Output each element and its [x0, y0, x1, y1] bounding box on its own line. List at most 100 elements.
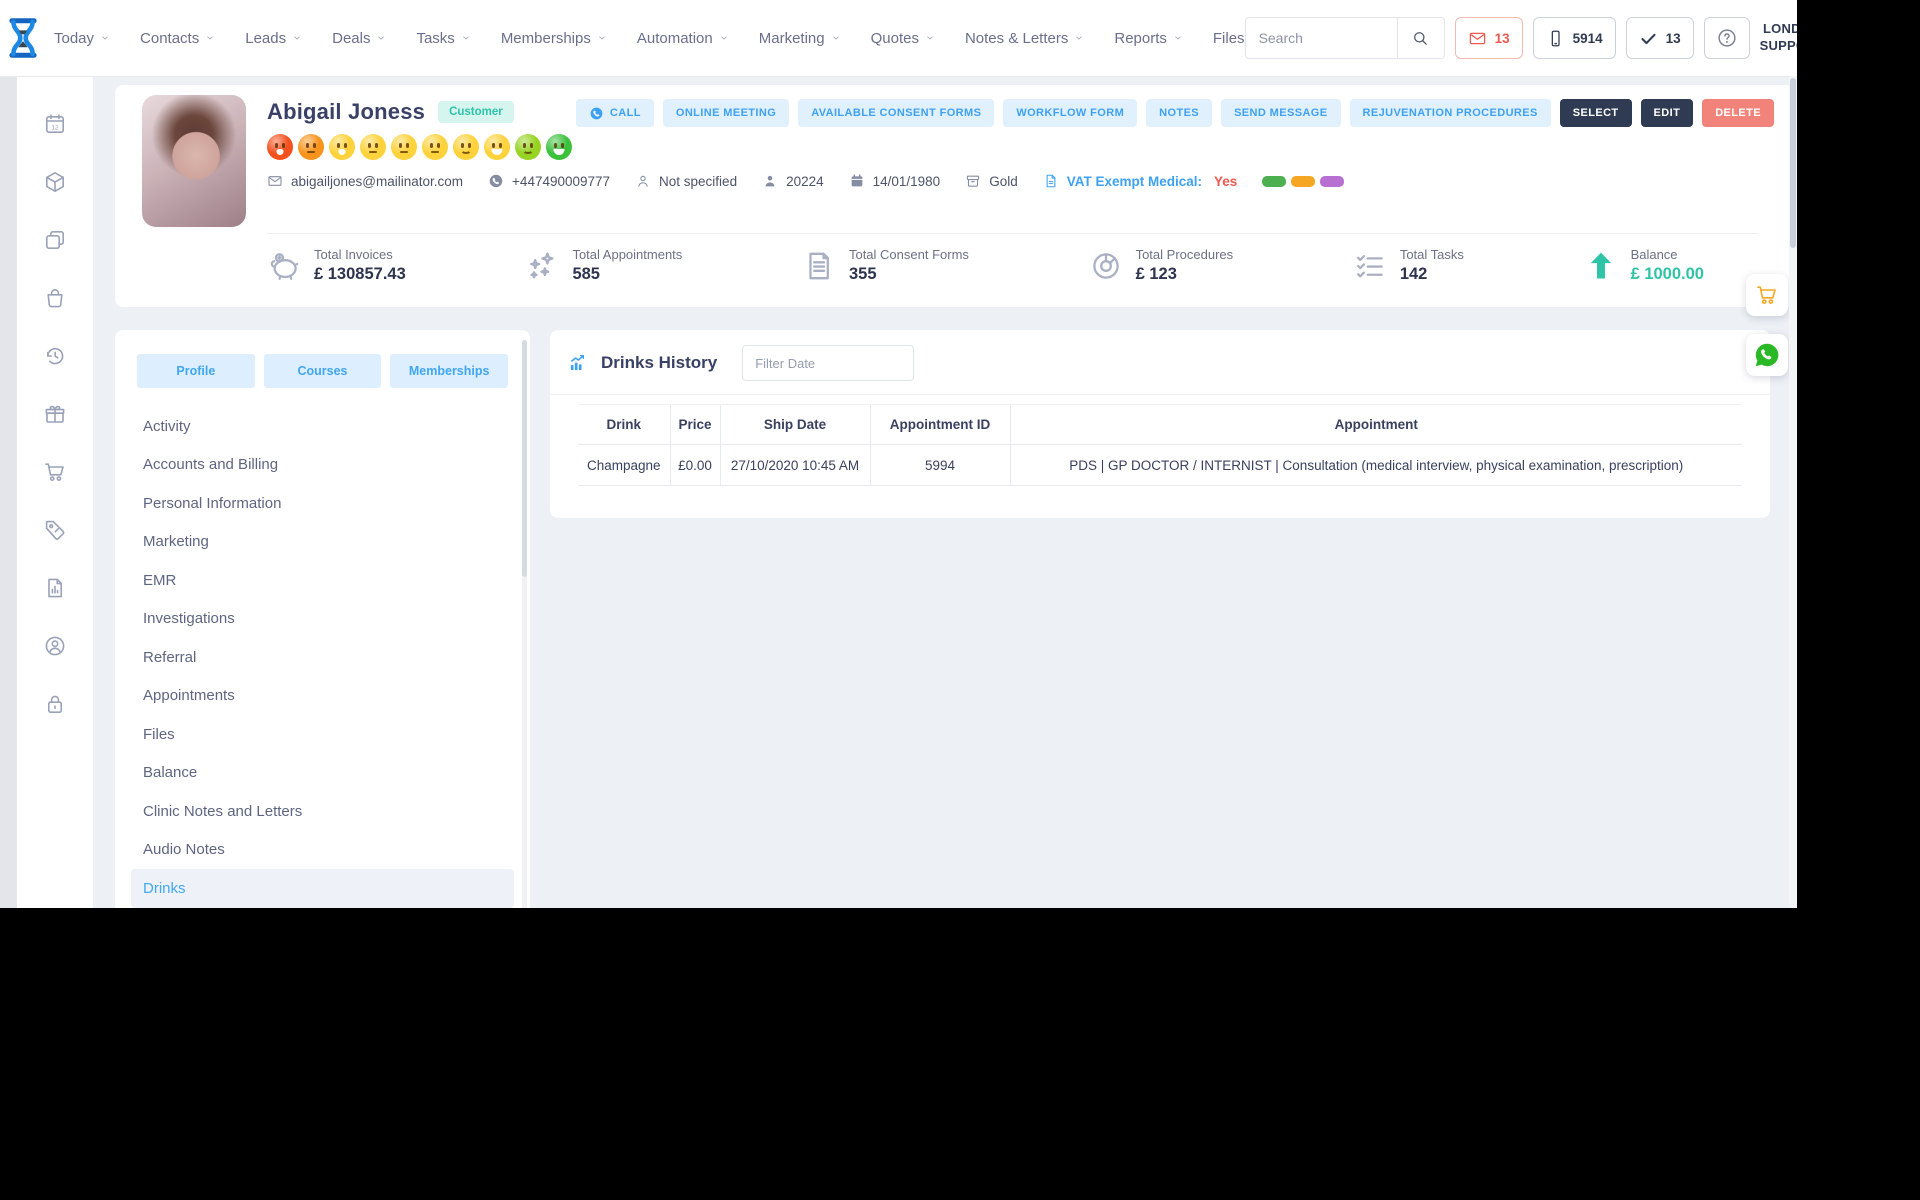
menu-item-accounts-and-billing[interactable]: Accounts and Billing [131, 446, 514, 485]
client-tag-1 [1262, 175, 1287, 187]
nav-item-reports[interactable]: Reports [1114, 30, 1183, 47]
menu-item-personal-information[interactable]: Personal Information [131, 484, 514, 523]
rejuvenation-procedures-button[interactable]: REJUVENATION PROCEDURES [1349, 99, 1551, 127]
mood-emoji-3-icon[interactable] [329, 134, 355, 160]
menu-item-appointments[interactable]: Appointments [131, 677, 514, 716]
nav-item-files[interactable]: Files [1213, 30, 1245, 47]
menu-item-marketing[interactable]: Marketing [131, 523, 514, 562]
workflow-form-button[interactable]: WORKFLOW FORM [1003, 99, 1138, 127]
panel-scrollbar-thumb[interactable] [522, 340, 527, 577]
available-consent-forms-button[interactable]: AVAILABLE CONSENT FORMS [798, 99, 995, 127]
nav-item-marketing[interactable]: Marketing [759, 30, 841, 47]
menu-item-files[interactable]: Files [131, 715, 514, 754]
chevron-down-icon [599, 36, 605, 40]
panel-scrollbar[interactable] [522, 340, 527, 908]
client-stats: Total Invoices £ 130857.43 Total Appointme… [267, 247, 1704, 284]
edit-button[interactable]: EDIT [1640, 99, 1694, 127]
sidebar-calendar-icon[interactable]: 12 [43, 112, 67, 136]
nav-item-quotes[interactable]: Quotes [871, 30, 935, 47]
search-input[interactable] [1245, 18, 1397, 58]
stat-label: Total Tasks [1399, 247, 1464, 262]
search-button[interactable] [1396, 18, 1444, 58]
stat-label: Total Procedures [1135, 247, 1234, 262]
mood-emoji-7-icon[interactable] [453, 134, 479, 160]
menu-item-audio-notes[interactable]: Audio Notes [131, 831, 514, 870]
mood-emoji-9-icon[interactable] [515, 134, 541, 160]
select-button[interactable]: SELECT [1559, 99, 1632, 127]
mood-emoji-5-icon[interactable] [391, 134, 417, 160]
floating-cart-button[interactable] [1746, 274, 1788, 316]
sidebar-package-icon[interactable] [43, 170, 67, 194]
badge-envelope-button[interactable]: 13 [1454, 17, 1523, 59]
mood-emoji-8-icon[interactable] [484, 134, 510, 160]
call-button[interactable]: CALL [575, 99, 654, 127]
contact-value: abigailjones@mailinator.com [291, 173, 464, 189]
page-scrollbar[interactable] [1789, 76, 1797, 908]
button-label: SELECT [1572, 107, 1619, 119]
nav-item-deals[interactable]: Deals [332, 30, 386, 47]
tab-courses[interactable]: Courses [263, 354, 382, 388]
send-message-button[interactable]: SEND MESSAGE [1221, 99, 1341, 127]
nav-item-leads[interactable]: Leads [245, 30, 302, 47]
help-button[interactable] [1703, 17, 1750, 59]
chevron-down-icon [463, 36, 469, 40]
mood-emoji-6-icon[interactable] [422, 134, 448, 160]
call-icon [590, 107, 603, 119]
tab-profile[interactable]: Profile [137, 354, 255, 388]
sidebar-history-icon[interactable] [43, 344, 67, 368]
badge-mobile-button[interactable]: 5914 [1532, 17, 1616, 59]
menu-item-drinks[interactable]: Drinks [131, 869, 514, 908]
page-scrollbar-thumb[interactable] [1790, 78, 1796, 248]
mood-emoji-1-icon[interactable] [267, 134, 293, 160]
menu-item-emr[interactable]: EMR [131, 561, 514, 600]
nav-item-notes-letters[interactable]: Notes & Letters [965, 30, 1084, 47]
sidebar-price-tag-icon[interactable] [43, 518, 67, 542]
nav-item-today[interactable]: Today [54, 30, 110, 47]
menu-item-investigations[interactable]: Investigations [131, 600, 514, 639]
button-label: SEND MESSAGE [1234, 107, 1328, 119]
sidebar-icons: 12 [17, 112, 93, 716]
table-row[interactable]: Champagne £0.00 27/10/2020 10:45 AM 5994 PDS… [578, 444, 1742, 486]
menu-item-referral[interactable]: Referral [131, 638, 514, 677]
contact-value: Not specified [659, 173, 738, 189]
filter-date-input[interactable] [742, 345, 915, 381]
sidebar-support-icon[interactable] [43, 634, 67, 658]
button-label: REJUVENATION PROCEDURES [1362, 107, 1538, 119]
badge-count: 5914 [1572, 30, 1603, 46]
nav-label: Marketing [758, 29, 825, 47]
nav-label: Reports [1114, 29, 1167, 47]
notes-button[interactable]: NOTES [1146, 99, 1213, 127]
mood-emoji-2-icon[interactable] [298, 134, 324, 160]
left-sidebar: 12 [0, 76, 93, 908]
chevron-down-icon [832, 36, 839, 40]
tab-memberships[interactable]: Memberships [390, 354, 509, 388]
menu-item-balance[interactable]: Balance [131, 754, 514, 793]
person-outline-icon [638, 175, 648, 187]
nav-label: Contacts [140, 29, 200, 47]
menu-item-clinic-notes-and-letters[interactable]: Clinic Notes and Letters [131, 792, 514, 831]
mood-emoji-4-icon[interactable] [360, 134, 386, 160]
floating-whatsapp-button[interactable] [1746, 334, 1788, 376]
online-meeting-button[interactable]: ONLINE MEETING [662, 99, 790, 127]
sidebar-report-icon[interactable] [43, 576, 67, 600]
mood-emoji-10-icon[interactable] [546, 134, 572, 160]
client-photo[interactable] [142, 95, 246, 227]
delete-button[interactable]: DELETE [1702, 99, 1774, 127]
sidebar-cart-icon[interactable] [43, 460, 67, 484]
header-divider [267, 233, 1758, 234]
account-name: LONDON SUPPORT [1760, 21, 1797, 55]
contact-person: 20224 [762, 173, 824, 189]
top-navigation-bar: Today Contacts Leads Deals Tasks Memberships A… [0, 0, 1797, 76]
badge-check-button[interactable]: 13 [1625, 17, 1694, 59]
nav-item-memberships[interactable]: Memberships [501, 30, 607, 47]
nav-item-tasks[interactable]: Tasks [416, 30, 470, 47]
menu-item-activity[interactable]: Activity [131, 407, 514, 446]
sidebar-pages-icon[interactable] [43, 228, 67, 252]
sidebar-basket-icon[interactable] [43, 286, 67, 310]
app-logo[interactable] [0, 15, 46, 61]
nav-item-automation[interactable]: Automation [637, 30, 729, 47]
nav-item-contacts[interactable]: Contacts [140, 30, 215, 47]
sidebar-lock-icon[interactable] [43, 692, 67, 716]
column-header-appointment-id: Appointment ID [869, 404, 1010, 445]
sidebar-gift-icon[interactable] [43, 402, 67, 426]
